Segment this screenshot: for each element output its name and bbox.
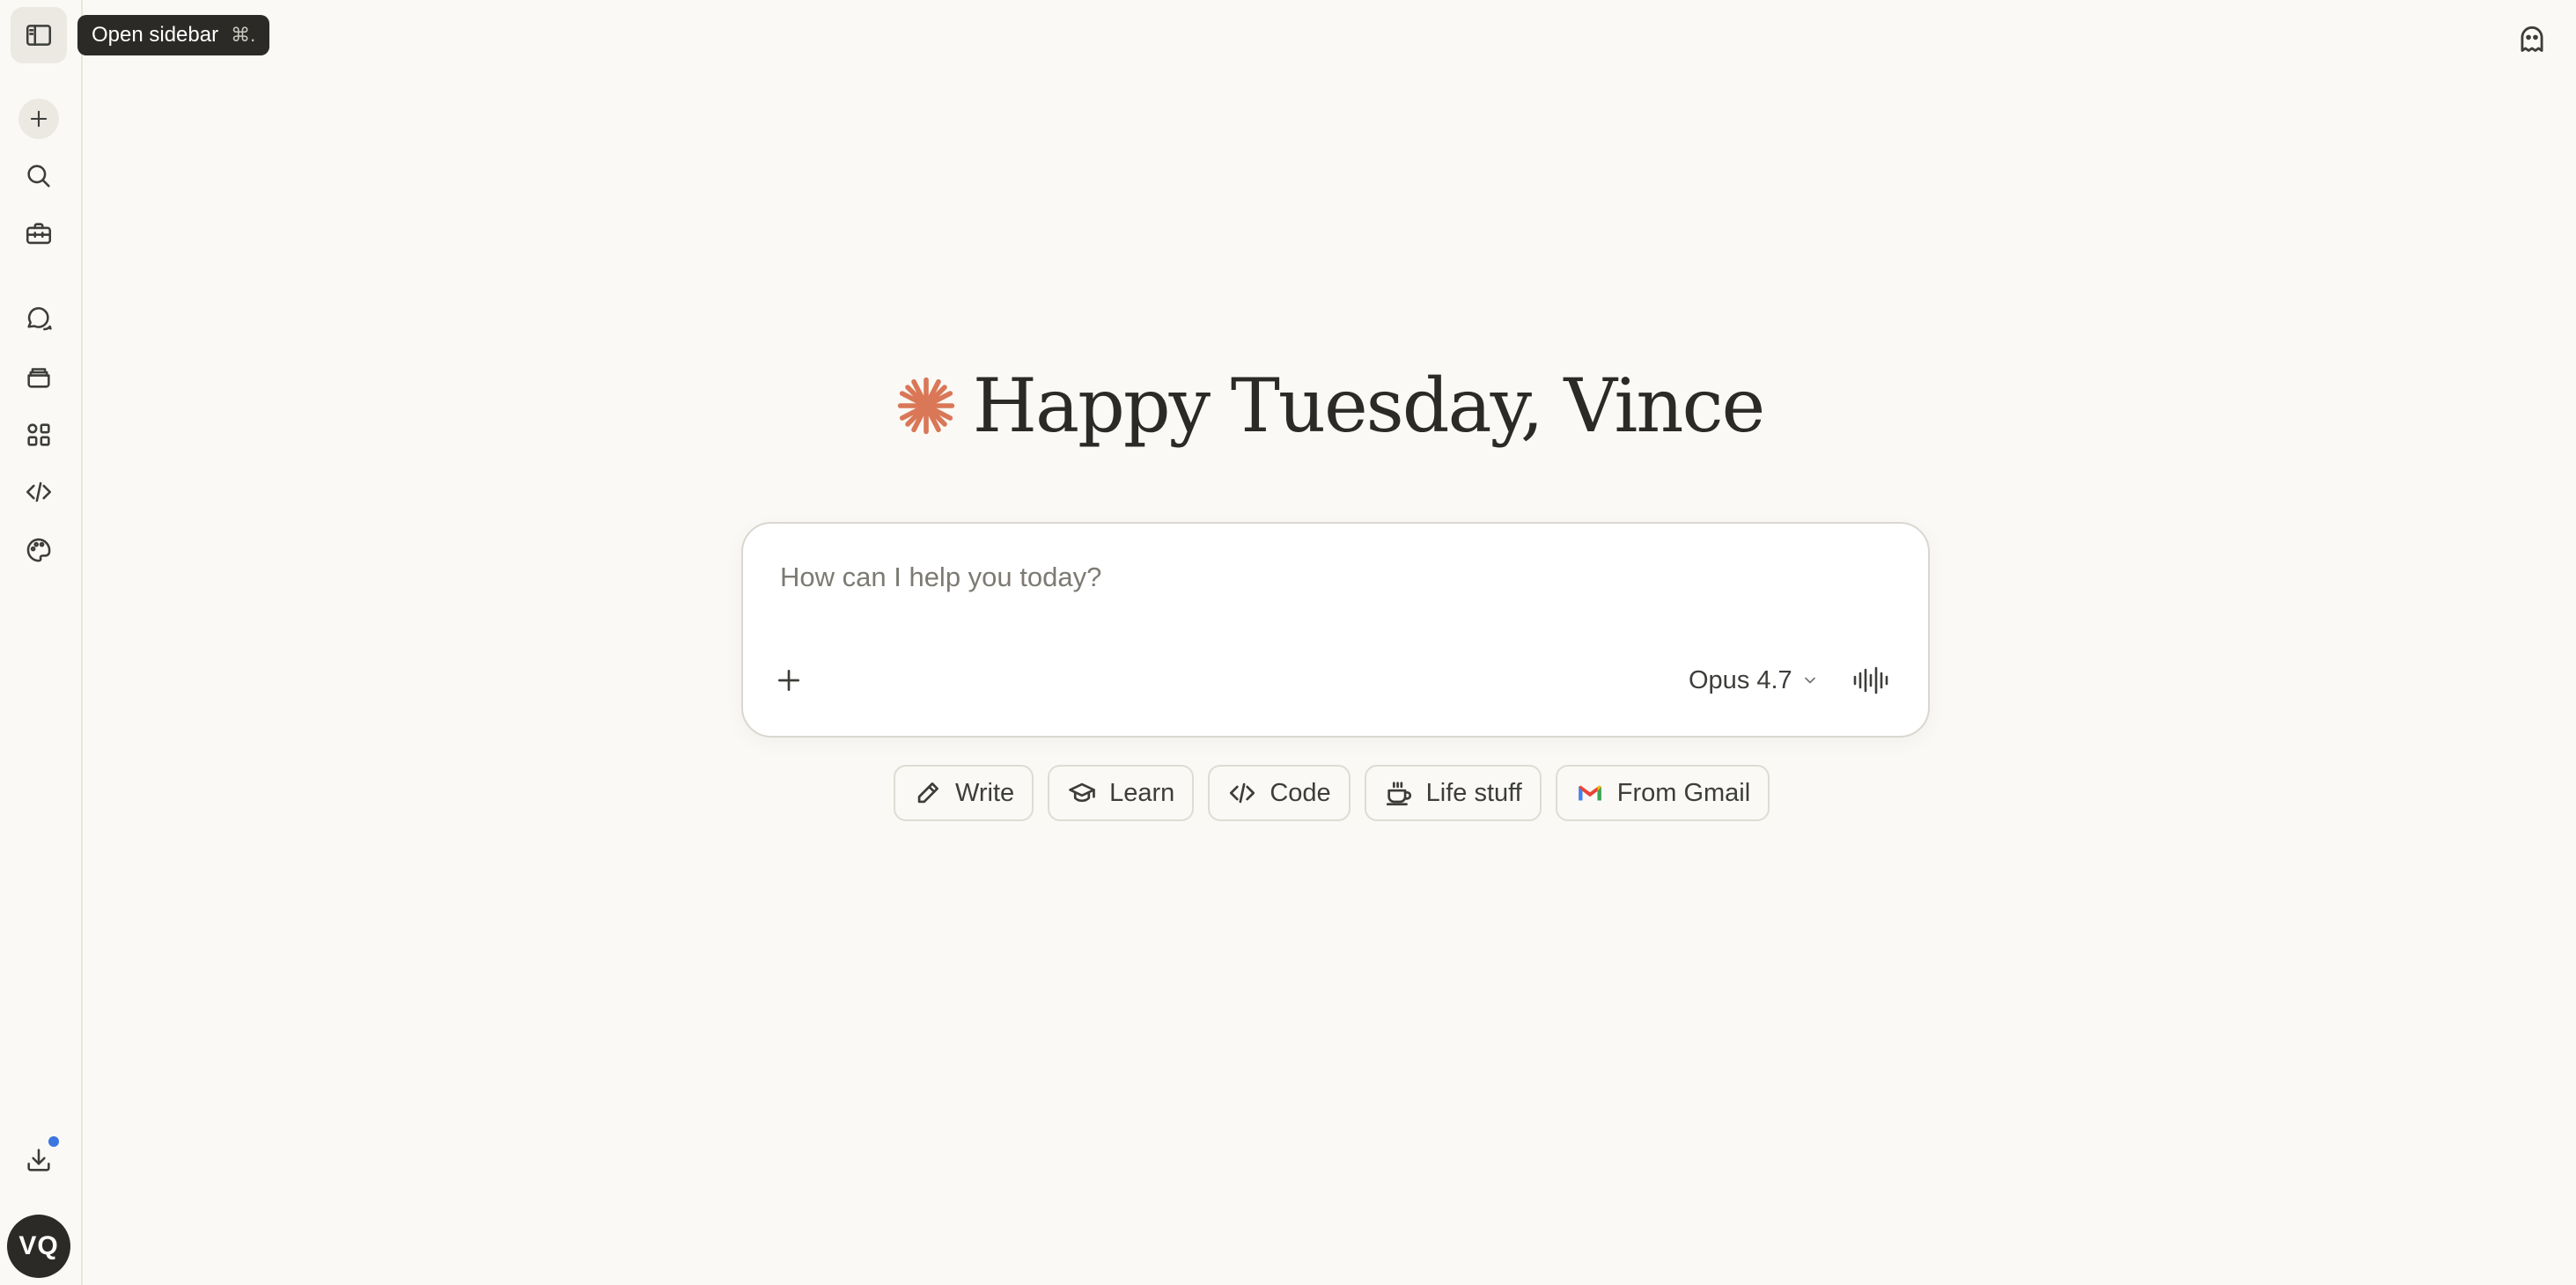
design-button[interactable] <box>11 522 67 578</box>
code-icon <box>1230 782 1255 804</box>
chat-input[interactable] <box>778 561 1888 594</box>
chat-composer: Opus 4.7 <box>741 522 1930 738</box>
graduation-cap-icon <box>1069 782 1095 803</box>
download-icon <box>27 1149 50 1171</box>
chip-life-stuff[interactable]: Life stuff <box>1364 765 1542 821</box>
avatar-initials: VQ <box>18 1231 59 1260</box>
ghost-icon <box>2521 26 2543 52</box>
greeting-text: Happy Tuesday, Vince <box>972 363 1765 449</box>
chip-label: Life stuff <box>1425 778 1522 807</box>
new-chat-button[interactable] <box>11 91 67 147</box>
model-selector[interactable]: Opus 4.7 <box>1676 656 1831 705</box>
waveform-icon <box>1853 666 1888 694</box>
chip-code[interactable]: Code <box>1208 765 1351 821</box>
new-chat-icon <box>30 110 48 128</box>
chip-label: Learn <box>1109 778 1175 807</box>
briefcase-icon <box>26 223 52 245</box>
open-sidebar-button[interactable] <box>11 7 67 63</box>
model-name: Opus 4.7 <box>1689 665 1792 694</box>
sidebar-toggle-icon <box>26 25 52 46</box>
code-icon <box>26 481 52 503</box>
avatar[interactable]: VQ <box>7 1215 70 1278</box>
pencil-icon <box>917 782 938 804</box>
customize-button[interactable] <box>11 206 67 262</box>
voice-mode-button[interactable] <box>1845 654 1898 707</box>
sidebar-rail: VQ <box>0 0 83 1285</box>
chevron-down-icon <box>1804 677 1815 684</box>
notification-badge <box>46 1134 62 1149</box>
chip-from-gmail[interactable]: From Gmail <box>1555 765 1770 821</box>
plus-icon <box>778 670 799 691</box>
chip-learn[interactable]: Learn <box>1048 765 1195 821</box>
open-sidebar-tooltip: Open sidebar ⌘. <box>77 15 270 55</box>
chip-label: Code <box>1270 778 1331 807</box>
suggestion-chips: Write Learn Code Life stuff From Gmail <box>894 765 1770 821</box>
tooltip-shortcut: ⌘. <box>231 24 256 46</box>
coffee-icon <box>1386 782 1411 806</box>
palette-icon <box>26 538 51 562</box>
greeting: Happy Tuesday, Vince <box>0 363 2576 449</box>
chip-label: From Gmail <box>1616 778 1751 807</box>
gmail-icon <box>1578 785 1601 801</box>
incognito-button[interactable] <box>2511 18 2553 60</box>
search-button[interactable] <box>11 148 67 204</box>
chats-icon <box>27 307 52 331</box>
tooltip-label: Open sidebar <box>92 23 219 47</box>
starburst-logo-icon <box>897 377 954 435</box>
code-button[interactable] <box>11 464 67 520</box>
chip-write[interactable]: Write <box>894 765 1034 821</box>
add-attachment-button[interactable] <box>762 654 815 707</box>
chats-button[interactable] <box>11 290 67 347</box>
search-icon <box>27 165 50 187</box>
new-chat-circle <box>18 99 59 139</box>
chip-label: Write <box>955 778 1015 807</box>
